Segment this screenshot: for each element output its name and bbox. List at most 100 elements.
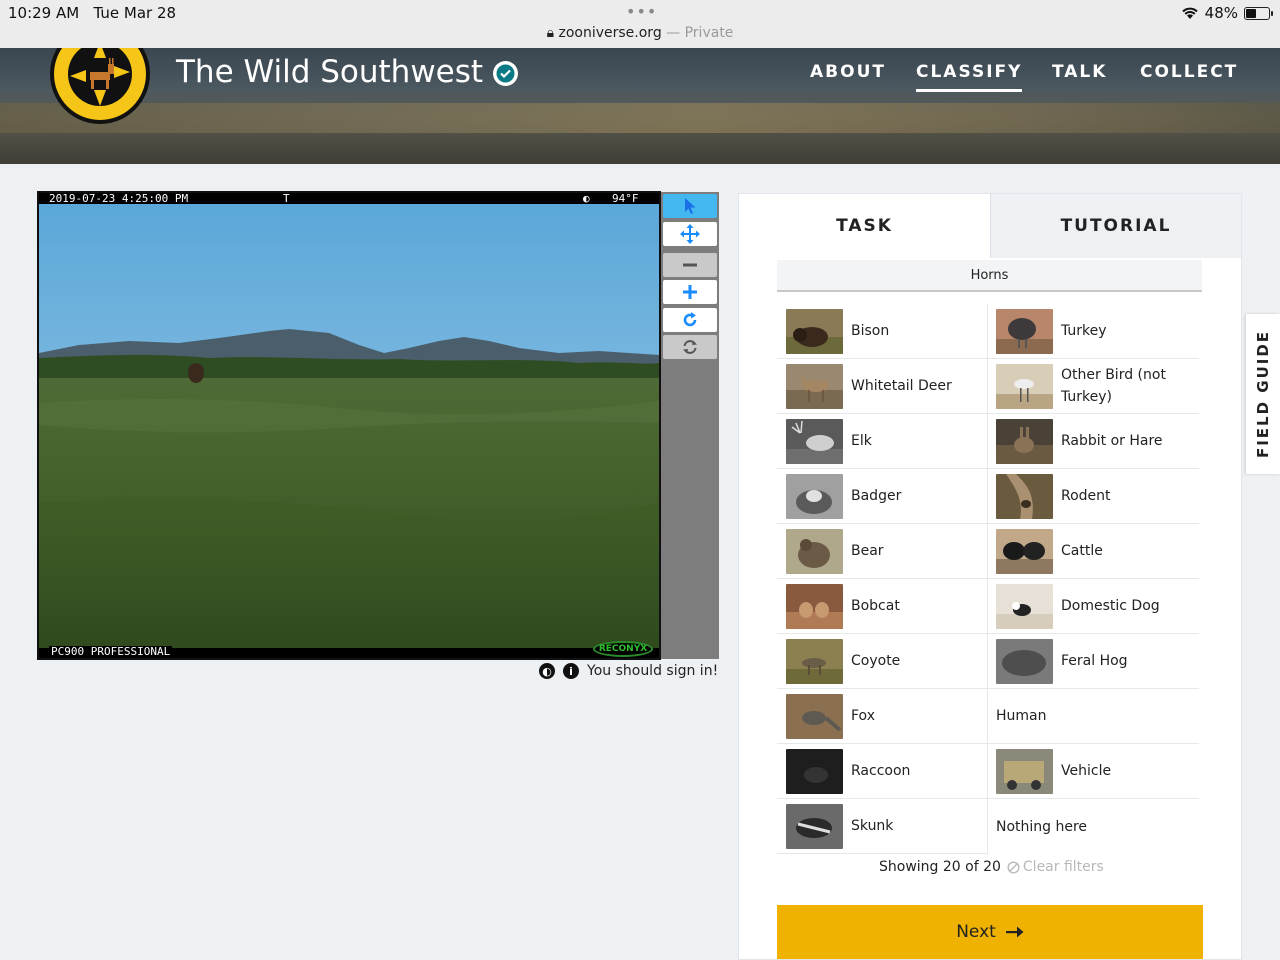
battery-percent: 48%: [1204, 4, 1238, 22]
field-guide-tab[interactable]: FIELD GUIDE: [1246, 314, 1280, 474]
moon-phase-icon: ◐: [583, 192, 590, 205]
clear-filters-label: Clear filters: [1022, 859, 1104, 875]
choice-whitetail-deer[interactable]: Whitetail Deer: [777, 359, 988, 414]
nav-talk[interactable]: TALK: [1052, 62, 1107, 82]
choice-raccoon[interactable]: Raccoon: [777, 744, 988, 799]
choice-cattle[interactable]: Cattle: [988, 524, 1199, 579]
rabbit-thumbnail: [996, 418, 1053, 464]
stamp-date: 2019-07-23 4:25:00 PM: [49, 192, 189, 205]
rotate-button[interactable]: [663, 308, 717, 332]
choice-other-bird[interactable]: Other Bird (not Turkey): [988, 359, 1199, 414]
choice-label: Nothing here: [996, 818, 1088, 835]
choice-label: Fox: [851, 708, 875, 724]
clear-filter-icon: [1007, 860, 1020, 874]
choice-rodent[interactable]: Rodent: [988, 469, 1199, 524]
choice-label: Other Bird (not Turkey): [1061, 367, 1166, 405]
task-panel: TASK TUTORIAL Horns Bison Turkey Whiteta…: [738, 193, 1242, 960]
verified-badge-icon: [493, 61, 518, 86]
clear-filters-button[interactable]: Clear filters: [1007, 859, 1104, 875]
url-text: zooniverse.org: [558, 25, 662, 41]
choice-label: Bison: [851, 323, 890, 339]
minus-icon: [683, 263, 697, 267]
status-bar: 10:29 AM Tue Mar 28 ••• 🔒︎ zooniverse.or…: [0, 0, 1280, 48]
choice-label: Coyote: [851, 653, 901, 669]
choice-bison[interactable]: Bison: [777, 304, 988, 359]
zoom-out-button[interactable]: [663, 253, 717, 277]
results-count-row: Showing 20 of 20 Clear filters: [879, 859, 1104, 875]
subject-image[interactable]: [39, 203, 659, 648]
choice-label: Elk: [851, 433, 872, 449]
choice-fox[interactable]: Fox: [777, 689, 988, 744]
choice-domestic-dog[interactable]: Domestic Dog: [988, 579, 1199, 634]
coyote-thumbnail: [786, 638, 843, 684]
subject-meta-row: ◐ i You should sign in!: [539, 663, 718, 679]
url-bar[interactable]: 🔒︎ zooniverse.org — Private: [0, 25, 1280, 41]
zoom-in-button[interactable]: [663, 280, 717, 304]
nav-classify[interactable]: CLASSIFY: [916, 62, 1023, 92]
next-button[interactable]: Next: [777, 905, 1203, 959]
bear-thumbnail: [786, 528, 843, 574]
choice-label: Feral Hog: [1061, 653, 1128, 669]
choice-label: Vehicle: [1061, 763, 1112, 779]
choice-vehicle[interactable]: Vehicle: [988, 744, 1199, 799]
bison-thumbnail: [786, 308, 843, 354]
project-header: The Wild Southwest ABOUT CLASSIFY TALK C…: [0, 48, 1280, 164]
choice-label: Rodent: [1061, 488, 1111, 504]
field-guide-label: FIELD GUIDE: [1254, 329, 1272, 459]
rotate-icon: [683, 312, 697, 327]
choice-elk[interactable]: Elk: [777, 414, 988, 469]
lock-icon: 🔒︎: [546, 25, 555, 41]
status-date: Tue Mar 28: [93, 4, 177, 22]
choice-label: Raccoon: [851, 763, 911, 779]
choice-skunk[interactable]: Skunk: [777, 799, 988, 854]
next-label: Next: [956, 922, 996, 942]
battery-icon: [1244, 6, 1273, 20]
project-logo[interactable]: [50, 48, 150, 124]
refresh-icon: [683, 340, 697, 354]
pan-tool-button[interactable]: [663, 222, 717, 246]
choice-label: Skunk: [851, 818, 894, 834]
image-toolbar: [661, 192, 719, 659]
reset-view-button[interactable]: [663, 335, 717, 359]
choice-badger[interactable]: Badger: [777, 469, 988, 524]
camera-stamp-top: 2019-07-23 4:25:00 PM T ◐ 94°F: [39, 193, 659, 204]
arrow-right-icon: [1005, 926, 1024, 938]
whitetail-deer-thumbnail: [786, 363, 843, 409]
fox-thumbnail: [786, 693, 843, 739]
tab-tutorial[interactable]: TUTORIAL: [990, 194, 1241, 258]
stamp-mode: T: [283, 192, 290, 205]
sign-in-message: You should sign in!: [587, 663, 719, 679]
invert-colors-icon[interactable]: ◐: [539, 663, 555, 679]
choice-label: Whitetail Deer: [851, 378, 952, 394]
elk-thumbnail: [786, 418, 843, 464]
status-time: 10:29 AM Tue Mar 28: [8, 4, 177, 22]
project-title[interactable]: The Wild Southwest: [176, 54, 483, 90]
choice-human[interactable]: Human: [988, 689, 1199, 744]
choice-bobcat[interactable]: Bobcat: [777, 579, 988, 634]
annotate-tool-button[interactable]: [663, 194, 717, 218]
nav-collect[interactable]: COLLECT: [1140, 62, 1238, 82]
info-icon[interactable]: i: [563, 663, 579, 679]
nav-about[interactable]: ABOUT: [810, 62, 886, 82]
rodent-thumbnail: [996, 473, 1053, 519]
plus-icon: [683, 285, 697, 299]
choice-coyote[interactable]: Coyote: [777, 634, 988, 689]
camera-brand-logo: RECONYX: [593, 641, 653, 657]
raccoon-thumbnail: [786, 748, 843, 794]
characteristic-filter[interactable]: Horns: [777, 260, 1202, 292]
subject-viewer[interactable]: 2019-07-23 4:25:00 PM T ◐ 94°F PC900 PRO…: [37, 191, 661, 660]
domestic-dog-thumbnail: [996, 583, 1053, 629]
choice-label: Cattle: [1061, 543, 1103, 559]
status-right: 48%: [1181, 4, 1273, 22]
choice-feral-hog[interactable]: Feral Hog: [988, 634, 1199, 689]
more-dots-icon[interactable]: •••: [626, 2, 657, 21]
choice-turkey[interactable]: Turkey: [988, 304, 1199, 359]
bobcat-thumbnail: [786, 583, 843, 629]
choice-rabbit-or-hare[interactable]: Rabbit or Hare: [988, 414, 1199, 469]
tab-task[interactable]: TASK: [739, 194, 990, 258]
task-tabs: TASK TUTORIAL: [739, 194, 1241, 258]
choice-bear[interactable]: Bear: [777, 524, 988, 579]
cattle-thumbnail: [996, 528, 1053, 574]
camera-stamp-bottom: PC900 PROFESSIONAL: [39, 646, 659, 658]
choice-nothing-here[interactable]: Nothing here: [988, 799, 1199, 854]
